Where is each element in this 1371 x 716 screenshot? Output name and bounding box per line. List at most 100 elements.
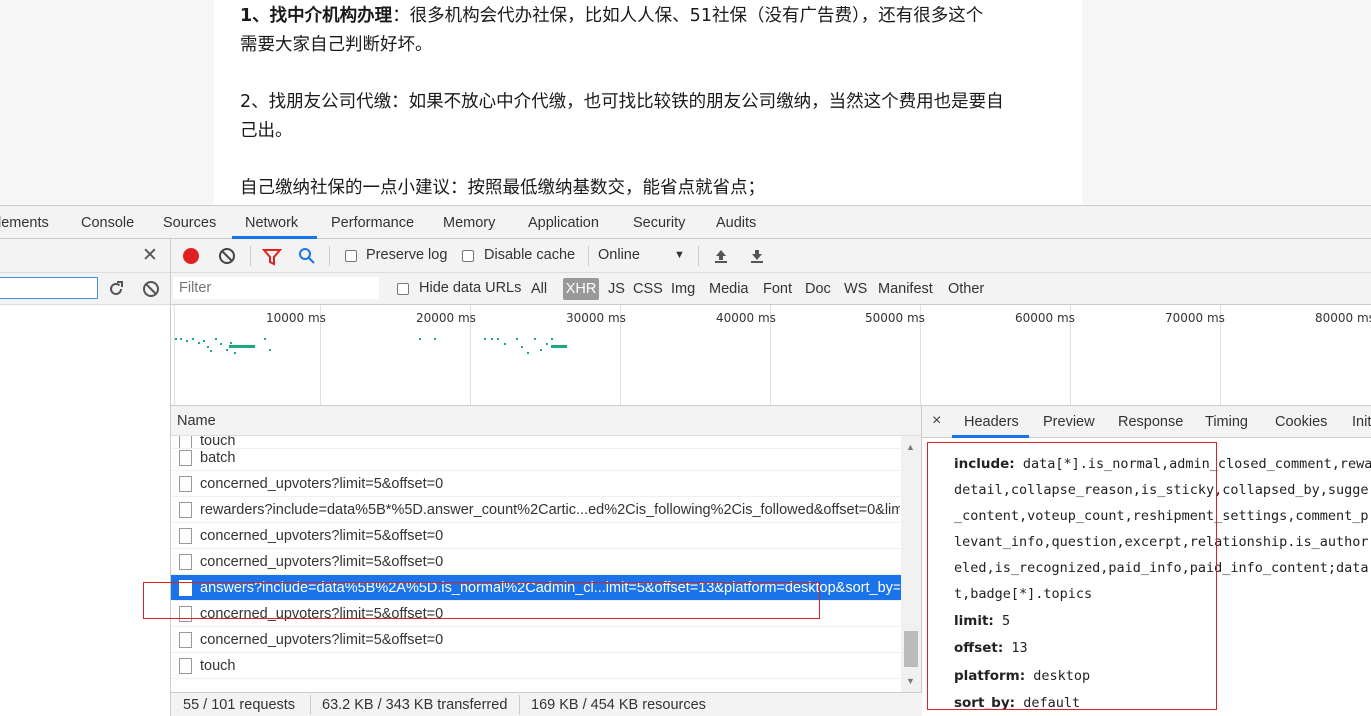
filter-type-doc[interactable]: Doc [805, 281, 831, 297]
filter-input[interactable] [173, 277, 379, 299]
refresh-icon[interactable] [107, 280, 125, 298]
devtools-tabbar: lements Console Sources Network Performa… [0, 205, 1371, 239]
timeline-label: 30000 ms [566, 311, 626, 325]
timeline-request-marker [491, 338, 493, 340]
separator [310, 695, 311, 715]
filter-type-all[interactable]: All [531, 281, 547, 297]
tab-timing[interactable]: Timing [1205, 414, 1248, 430]
tab-cookies[interactable]: Cookies [1275, 414, 1327, 430]
throttling-select[interactable]: Online [598, 247, 640, 263]
request-name: rewarders?include=data%5B*%5D.answer_cou… [200, 502, 900, 518]
timeline-request-marker [186, 340, 188, 342]
request-row[interactable]: rewarders?include=data%5B*%5D.answer_cou… [171, 497, 901, 523]
hide-data-urls-checkbox[interactable] [397, 283, 409, 295]
timeline-request-marker [203, 340, 205, 342]
request-name: concerned_upvoters?limit=5&offset=0 [200, 554, 444, 570]
separator [250, 246, 251, 266]
scrollbar[interactable]: ▲ ▼ [901, 436, 921, 692]
filter-type-xhr[interactable]: XHR [563, 278, 599, 300]
filter-bar: Hide data URLs All XHR JS CSS Img Media … [171, 273, 1371, 305]
transferred-size: 63.2 KB / 343 KB transferred [322, 697, 508, 713]
filter-type-manifest[interactable]: Manifest [878, 281, 933, 297]
filter-type-img[interactable]: Img [671, 281, 695, 297]
close-detail-icon[interactable]: × [932, 412, 941, 430]
timeline-request-marker [546, 343, 548, 345]
timeline-label: 50000 ms [865, 311, 925, 325]
highlight-query-params [927, 442, 1217, 710]
request-row[interactable]: concerned_upvoters?limit=5&offset=0 [171, 471, 901, 497]
article-paragraph-2: 2、找朋友公司代缴：如果不放心中介代缴，也可找比较铁的朋友公司缴纳，当然这个费用… [240, 92, 1004, 141]
tab-sources[interactable]: Sources [163, 215, 216, 231]
separator [588, 246, 589, 266]
separator [698, 246, 699, 266]
export-har-icon[interactable] [749, 248, 765, 264]
tab-console[interactable]: Console [81, 215, 134, 231]
tab-preview[interactable]: Preview [1043, 414, 1095, 430]
tab-initiator[interactable]: Init [1352, 414, 1371, 430]
timeline-request-marker [180, 338, 182, 340]
timeline-request-marker [497, 338, 499, 340]
search-icon[interactable] [298, 247, 316, 265]
record-icon[interactable] [183, 248, 199, 264]
tab-performance[interactable]: Performance [331, 215, 414, 231]
article-content: 1、找中介机构办理：很多机构会代办社保，比如人人保、51社保（没有广告费），还有… [214, 0, 1082, 205]
timeline-request-marker [264, 338, 266, 340]
request-row[interactable]: batch [171, 445, 901, 471]
scroll-up-icon[interactable]: ▲ [906, 442, 915, 452]
chevron-down-icon[interactable]: ▼ [674, 249, 685, 261]
tab-response[interactable]: Response [1118, 414, 1183, 430]
request-name: batch [200, 450, 236, 466]
timeline-bar [229, 345, 255, 348]
disable-cache-label: Disable cache [484, 247, 576, 263]
timeline-request-marker [215, 338, 217, 340]
search-input[interactable] [0, 277, 98, 299]
article-paragraph-1: 1、找中介机构办理：很多机构会代办社保，比如人人保、51社保（没有广告费），还有… [240, 6, 984, 55]
separator [519, 695, 520, 715]
request-count: 55 / 101 requests [183, 697, 296, 713]
scrollbar-thumb[interactable] [904, 631, 918, 667]
paragraph-1-heading: 1、找中介机构办理 [240, 6, 393, 26]
filter-type-js[interactable]: JS [608, 281, 625, 297]
request-row[interactable]: concerned_upvoters?limit=5&offset=0 [171, 549, 901, 575]
tab-elements[interactable]: lements [0, 215, 49, 231]
tab-application[interactable]: Application [528, 215, 599, 231]
tab-audits[interactable]: Audits [716, 215, 756, 231]
timeline-request-marker [210, 350, 212, 352]
close-icon[interactable]: ✕ [142, 244, 158, 267]
filter-type-ws[interactable]: WS [844, 281, 867, 297]
timeline-request-marker [527, 352, 529, 354]
filter-type-font[interactable]: Font [763, 281, 792, 297]
timeline-label: 10000 ms [266, 311, 326, 325]
network-overview-timeline[interactable]: 10000 ms 20000 ms 30000 ms 40000 ms 5000… [171, 305, 1371, 406]
clear-icon[interactable] [142, 280, 160, 298]
file-icon [179, 476, 192, 492]
filter-icon[interactable] [262, 248, 282, 266]
hide-data-urls-label: Hide data URLs [419, 280, 522, 296]
timeline-label: 20000 ms [416, 311, 476, 325]
clear-log-icon[interactable] [218, 247, 236, 265]
search-pane: ✕ [0, 239, 171, 716]
timeline-request-marker [234, 352, 236, 354]
timeline-label: 80000 ms [1315, 311, 1371, 325]
preserve-log-label: Preserve log [366, 247, 448, 263]
disable-cache-checkbox[interactable] [462, 250, 474, 262]
tab-security[interactable]: Security [633, 215, 685, 231]
resources-size: 169 KB / 454 KB resources [531, 697, 706, 713]
request-row[interactable]: touch [171, 653, 901, 679]
filter-type-css[interactable]: CSS [633, 281, 663, 297]
request-row[interactable]: concerned_upvoters?limit=5&offset=0 [171, 523, 901, 549]
requests-table: Name touch batch concerned_upvoters?limit=… [171, 406, 922, 692]
detail-tabbar: × Headers Preview Response Timing Cookie… [922, 406, 1371, 438]
preserve-log-checkbox[interactable] [345, 250, 357, 262]
timeline-request-marker [516, 338, 518, 340]
request-row[interactable]: concerned_upvoters?limit=5&offset=0 [171, 627, 901, 653]
scroll-down-icon[interactable]: ▼ [906, 676, 915, 686]
filter-type-media[interactable]: Media [709, 281, 749, 297]
tab-memory[interactable]: Memory [443, 215, 495, 231]
tab-headers[interactable]: Headers [964, 414, 1019, 430]
timeline-request-marker [226, 349, 228, 351]
tab-network[interactable]: Network [245, 215, 298, 231]
name-column-header[interactable]: Name [171, 406, 921, 436]
filter-type-other[interactable]: Other [948, 281, 984, 297]
import-har-icon[interactable] [713, 248, 729, 264]
